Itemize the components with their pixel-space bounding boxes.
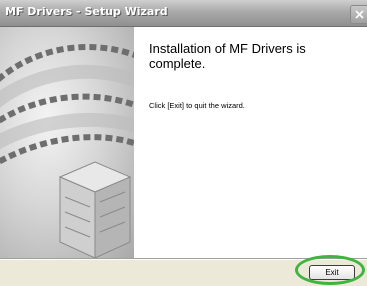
wizard-content: Installation of MF Drivers is complete. … [0,27,367,258]
instruction-text: Click [Exit] to quit the wizard. [149,101,245,110]
completion-heading: Installation of MF Drivers is complete. [149,41,306,71]
close-button[interactable] [350,5,367,24]
title-bar[interactable]: MF Drivers - Setup Wizard [0,0,367,27]
window-title: MF Drivers - Setup Wizard [5,5,168,18]
wizard-graphic-panel [0,27,134,258]
setup-wizard-window: MF Drivers - Setup Wizard Installation o… [0,0,367,286]
wizard-graphic [0,44,134,258]
close-icon [355,10,364,19]
exit-button-highlight [295,255,365,285]
